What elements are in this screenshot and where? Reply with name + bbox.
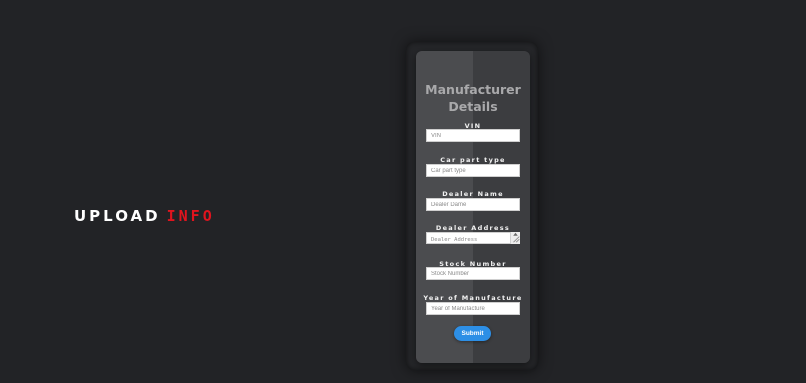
dealer-address-label: Dealer Address	[435, 224, 511, 232]
car-part-type-input[interactable]	[426, 164, 520, 177]
year-of-manufacture-label: Year of Manufacture	[423, 294, 523, 302]
upload-info-heading: UPLOAD INFO	[74, 207, 215, 225]
stock-number-input[interactable]	[426, 267, 520, 280]
vin-input[interactable]	[426, 129, 520, 142]
dealer-name-label: Dealer Name	[442, 190, 504, 198]
heading-upload-text: UPLOAD	[74, 207, 161, 225]
car-part-type-label: Car part type	[440, 156, 506, 164]
dealer-address-textarea[interactable]	[426, 232, 520, 244]
dealer-name-input[interactable]	[426, 198, 520, 211]
resize-handle-icon[interactable]	[510, 232, 520, 244]
heading-info-accent: INFO	[166, 207, 215, 225]
form-title: Manufacturer Details	[425, 82, 521, 114]
submit-button[interactable]: Submit	[454, 326, 491, 341]
year-of-manufacture-input[interactable]	[426, 302, 520, 315]
